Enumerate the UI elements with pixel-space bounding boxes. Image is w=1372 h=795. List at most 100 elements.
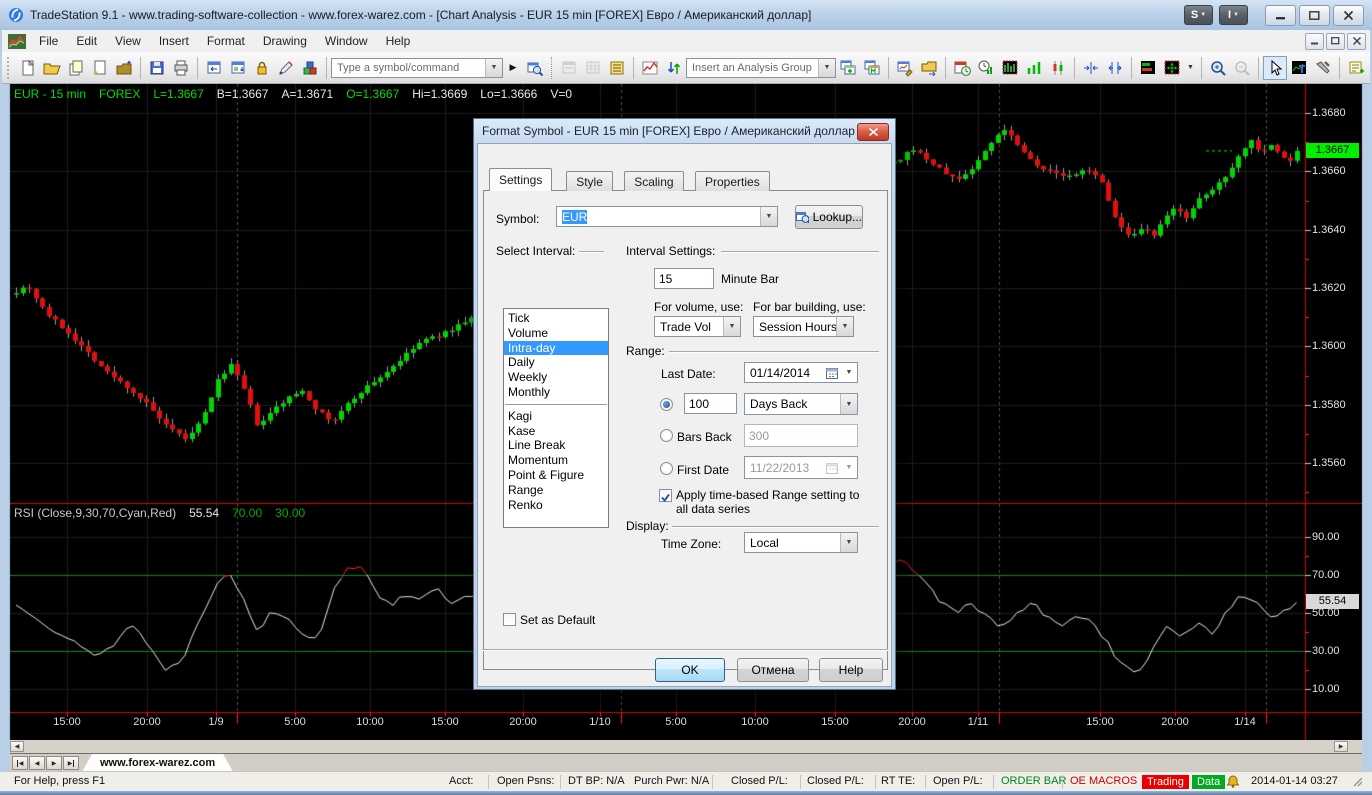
volume-combobox[interactable]: Trade Vol▼ <box>654 316 741 337</box>
lock-icon[interactable] <box>250 56 274 80</box>
run-command-button[interactable]: ▶ <box>505 58 521 78</box>
interval-option[interactable]: Daily <box>504 355 608 370</box>
timezone-combobox[interactable]: Local▼ <box>744 532 858 553</box>
menu-insert[interactable]: Insert <box>150 32 198 50</box>
zoom-out-icon[interactable] <box>1230 56 1254 80</box>
sort-arrows-icon[interactable] <box>662 56 686 80</box>
chart-text-icon[interactable] <box>1287 56 1311 80</box>
candlestick-style-icon[interactable] <box>1046 56 1070 80</box>
interval-option[interactable]: Intra-day <box>504 341 608 356</box>
chart-navigation-icon[interactable] <box>1160 56 1184 80</box>
next-workspace-button[interactable]: ▶ <box>46 756 62 770</box>
first-workspace-button[interactable]: ◀ <box>12 756 28 770</box>
first-date-radio[interactable] <box>660 462 673 475</box>
restore-button[interactable] <box>1299 5 1330 26</box>
tab-scaling[interactable]: Scaling <box>624 171 683 191</box>
grid-window-icon[interactable] <box>581 56 605 80</box>
workspace-tab[interactable]: www.forex-warez.com <box>82 754 233 772</box>
symbol-combobox[interactable]: EUR ▼ <box>556 206 778 227</box>
next-window-icon[interactable] <box>226 56 250 80</box>
interval-option[interactable]: Line Break <box>504 438 608 453</box>
menu-format[interactable]: Format <box>198 32 254 50</box>
quote-board-icon[interactable] <box>605 56 629 80</box>
help-button[interactable]: Help <box>819 658 883 682</box>
interval-listbox[interactable]: TickVolumeIntra-dayDailyWeeklyMonthly Kag… <box>503 308 609 528</box>
days-back-input[interactable]: 100 <box>684 393 737 414</box>
mdi-restore-button[interactable] <box>1326 33 1345 50</box>
ok-button[interactable]: OK <box>655 658 725 682</box>
interval-option[interactable]: Weekly <box>504 370 608 385</box>
interval-option[interactable]: Kagi <box>504 409 608 424</box>
data-status-badge[interactable]: Data <box>1192 775 1225 789</box>
increase-bar-spacing-icon[interactable] <box>1103 56 1127 80</box>
bars-back-radio[interactable] <box>660 429 673 442</box>
tab-style[interactable]: Style <box>566 171 613 191</box>
close-workspace-icon[interactable] <box>112 56 136 80</box>
chart-analysis-icon[interactable] <box>638 56 662 80</box>
chart-scrollbar[interactable]: ◀ ▶ <box>10 740 1362 753</box>
analysis-group-combo[interactable]: Insert an Analysis Group▼ <box>686 58 836 78</box>
strategy-builder-icon[interactable] <box>893 56 917 80</box>
menu-help[interactable]: Help <box>377 32 420 50</box>
insert-macro-icon[interactable] <box>860 56 884 80</box>
symbol-shortcut-button[interactable]: S▼ <box>1184 5 1213 25</box>
chart-navigation-dropdown[interactable]: ▼ <box>1184 57 1197 79</box>
insert-analysis-icon[interactable] <box>836 56 860 80</box>
previous-window-icon[interactable] <box>202 56 226 80</box>
interval-option[interactable]: Monthly <box>504 385 608 400</box>
mdi-minimize-button[interactable] <box>1305 33 1324 50</box>
cancel-button[interactable]: Отмена <box>737 658 809 682</box>
save-icon[interactable] <box>145 56 169 80</box>
dialog-close-button[interactable] <box>857 123 889 141</box>
toolbar-gripper[interactable] <box>7 57 12 79</box>
bar-building-combobox[interactable]: Session Hours▼ <box>753 316 854 337</box>
set-default-checkbox[interactable] <box>503 613 516 626</box>
strategy-folder-icon[interactable] <box>917 56 941 80</box>
save-workspace-icon[interactable] <box>88 56 112 80</box>
symbol-command-combo[interactable]: Type a symbol/command▼ <box>331 58 503 78</box>
close-button[interactable] <box>1333 5 1364 26</box>
print-icon[interactable] <box>169 56 193 80</box>
first-date-picker[interactable]: 11/22/2013 ▼ <box>744 456 858 479</box>
data-window-icon[interactable] <box>557 56 581 80</box>
days-back-radio[interactable] <box>660 398 673 411</box>
interval-option[interactable]: Renko <box>504 498 608 513</box>
bars-back-input[interactable]: 300 <box>744 424 858 447</box>
menu-view[interactable]: View <box>106 32 150 50</box>
menu-drawing[interactable]: Drawing <box>254 32 316 50</box>
volume-bars-icon[interactable] <box>1022 56 1046 80</box>
interval-option[interactable]: Tick <box>504 311 608 326</box>
symbol-lookup-icon[interactable] <box>523 56 547 80</box>
dialog-title-bar[interactable]: Format Symbol - EUR 15 min [FOREX] Евро … <box>474 119 895 143</box>
format-painter-icon[interactable] <box>274 56 298 80</box>
drawing-tools-icon[interactable] <box>1311 56 1335 80</box>
chevron-down-icon[interactable]: ▼ <box>485 59 502 77</box>
decrease-bar-spacing-icon[interactable] <box>1079 56 1103 80</box>
zoom-in-icon[interactable] <box>1206 56 1230 80</box>
interval-option[interactable]: Point & Figure <box>504 468 608 483</box>
menu-file[interactable]: File <box>30 32 67 50</box>
chevron-down-icon[interactable]: ▼ <box>760 207 777 226</box>
interval-option[interactable]: Momentum <box>504 453 608 468</box>
alert-bell-icon[interactable] <box>1227 775 1239 791</box>
tab-properties[interactable]: Properties <box>695 171 770 191</box>
days-back-combobox[interactable]: Days Back▼ <box>744 393 858 415</box>
menu-window[interactable]: Window <box>316 32 377 50</box>
workspaces-icon[interactable] <box>64 56 88 80</box>
interval-value-input[interactable]: 15 <box>654 268 714 289</box>
lookup-button[interactable]: Lookup... <box>795 205 863 229</box>
mdi-close-button[interactable] <box>1347 33 1366 50</box>
scroll-left-button[interactable]: ◀ <box>10 741 24 752</box>
market-depth-icon[interactable] <box>1136 56 1160 80</box>
interval-option[interactable]: Range <box>504 483 608 498</box>
histogram-icon[interactable] <box>998 56 1022 80</box>
interval-option[interactable]: Volume <box>504 326 608 341</box>
add-note-icon[interactable] <box>1344 56 1368 80</box>
resize-grip[interactable] <box>1352 776 1364 788</box>
indicator-shortcut-button[interactable]: I▼ <box>1219 5 1248 25</box>
last-workspace-button[interactable]: ▶ <box>63 756 79 770</box>
style-cubes-icon[interactable] <box>298 56 322 80</box>
pointer-tool-icon[interactable] <box>1263 56 1287 80</box>
time-bars-icon[interactable] <box>974 56 998 80</box>
new-document-icon[interactable] <box>16 56 40 80</box>
